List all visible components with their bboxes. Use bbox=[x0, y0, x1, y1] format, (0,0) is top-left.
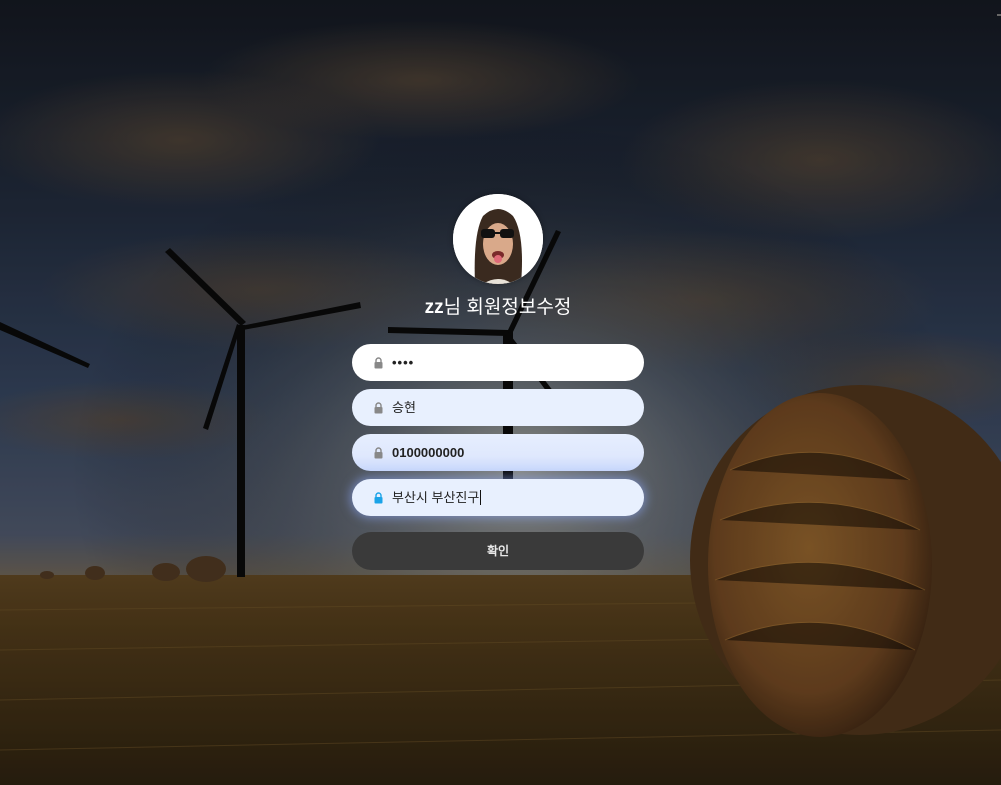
lock-icon bbox=[374, 446, 383, 459]
password-value: •••• bbox=[392, 355, 415, 370]
lock-icon bbox=[374, 491, 383, 504]
lock-icon bbox=[374, 401, 383, 414]
phone-field[interactable]: 0100000000 bbox=[352, 434, 644, 471]
address-value-wrap: 부산시 부산진구 bbox=[392, 479, 482, 516]
window-edge-mark bbox=[997, 14, 1001, 16]
phone-value: 0100000000 bbox=[392, 445, 465, 460]
avatar bbox=[453, 194, 543, 284]
page-title-suffix: 님 회원정보수정 bbox=[443, 297, 572, 318]
password-field[interactable]: •••• bbox=[352, 344, 644, 381]
text-caret bbox=[480, 490, 482, 505]
name-value: 승현 bbox=[392, 400, 416, 415]
username: zz bbox=[424, 297, 444, 318]
confirm-button[interactable]: 확인 bbox=[352, 532, 644, 570]
name-field[interactable]: 승현 bbox=[352, 389, 644, 426]
lock-icon bbox=[374, 356, 383, 369]
address-field[interactable]: 부산시 부산진구 bbox=[352, 479, 644, 516]
page-title: zz님 회원정보수정 bbox=[425, 295, 572, 321]
edit-profile-form: zz님 회원정보수정 •••• 승현 0100000000 부산시 부산진구 확… bbox=[352, 194, 644, 570]
address-value: 부산시 부산진구 bbox=[392, 490, 480, 505]
form-fields: •••• 승현 0100000000 부산시 부산진구 bbox=[352, 344, 644, 524]
